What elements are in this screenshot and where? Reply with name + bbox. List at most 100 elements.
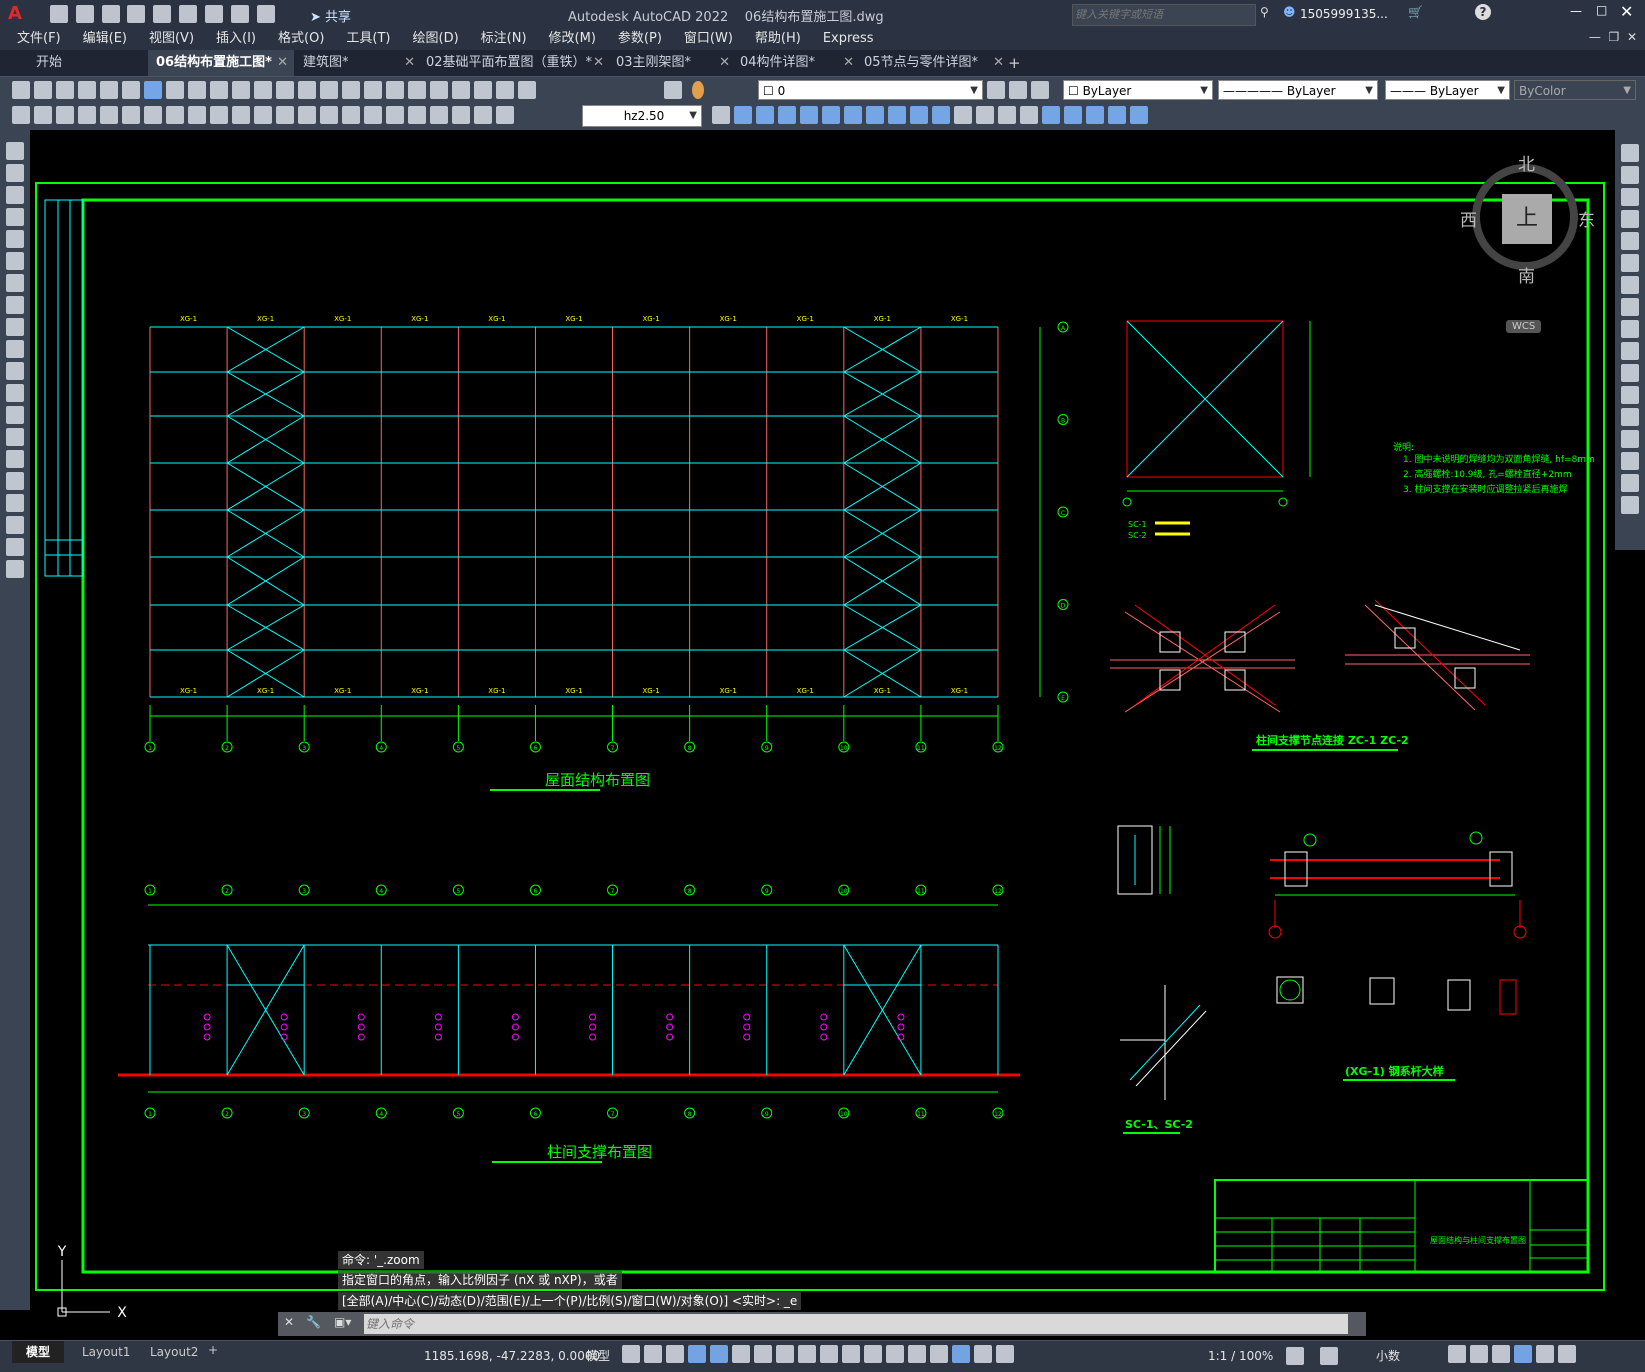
tool-icon[interactable] — [1064, 106, 1082, 124]
tab-03[interactable]: 03主刚架图* ✕ — [608, 50, 736, 76]
otrack-icon[interactable] — [776, 1345, 794, 1363]
user-name[interactable]: 1505999135... — [1300, 7, 1388, 21]
wrench-icon[interactable]: 🔧 — [306, 1315, 321, 1329]
open-icon[interactable] — [34, 81, 52, 99]
revcloud-icon[interactable] — [6, 296, 24, 314]
rotate-icon[interactable] — [1621, 276, 1639, 294]
menu-file[interactable]: 文件(F) — [6, 28, 72, 50]
3d-osnap-icon[interactable] — [886, 1345, 904, 1363]
insert-block-icon[interactable] — [6, 384, 24, 402]
mtext-icon[interactable] — [6, 538, 24, 556]
tool-icon[interactable] — [844, 106, 862, 124]
tab-02[interactable]: 02基础平面布置图（重铁）* ✕ — [418, 50, 610, 76]
close-command-icon[interactable]: ✕ — [284, 1315, 294, 1329]
model-space-button[interactable]: 模型 — [586, 1341, 610, 1372]
viewcube-top-face[interactable]: 上 — [1502, 194, 1552, 244]
table-icon[interactable] — [6, 516, 24, 534]
tool-icon[interactable] — [12, 106, 30, 124]
viewcube-south[interactable]: 南 — [1518, 262, 1535, 287]
polyline-icon[interactable] — [6, 186, 24, 204]
stretch-icon[interactable] — [1621, 320, 1639, 338]
space-icon[interactable] — [320, 106, 338, 124]
diameter-icon[interactable] — [210, 106, 228, 124]
explode-icon[interactable] — [1621, 496, 1639, 514]
add-layout-icon[interactable]: + — [208, 1343, 218, 1357]
break-icon[interactable] — [1621, 386, 1639, 404]
pan-icon[interactable] — [298, 81, 316, 99]
save-icon[interactable] — [56, 81, 74, 99]
edit-dim-text-icon[interactable] — [474, 106, 492, 124]
line-icon[interactable] — [6, 142, 24, 160]
customization-icon[interactable] — [1558, 1345, 1576, 1363]
tool-icon[interactable] — [34, 106, 52, 124]
tool-icon[interactable] — [1020, 106, 1038, 124]
viewcube-north[interactable]: 北 — [1518, 150, 1535, 175]
plot-icon[interactable] — [204, 5, 223, 23]
clean-screen-icon[interactable] — [1536, 1345, 1554, 1363]
move-icon[interactable] — [1621, 254, 1639, 272]
ellipse-icon[interactable] — [6, 340, 24, 358]
new-icon[interactable] — [12, 81, 30, 99]
tab-layout2[interactable]: Layout2 — [140, 1341, 208, 1363]
menu-insert[interactable]: 插入(I) — [205, 28, 267, 50]
gizmo-icon[interactable] — [930, 1345, 948, 1363]
tolerance-icon[interactable] — [364, 106, 382, 124]
close-tab-icon[interactable]: ✕ — [993, 50, 1004, 76]
viewcube-west[interactable]: 西 — [1460, 206, 1477, 231]
zoom-realtime-icon[interactable] — [320, 81, 338, 99]
close-tab-icon[interactable]: ✕ — [277, 50, 288, 76]
viewcube[interactable]: 上 北 南 西 东 WCS — [1460, 150, 1595, 333]
annotation-scale-icon[interactable] — [996, 1345, 1014, 1363]
mirror-icon[interactable] — [1621, 188, 1639, 206]
close-icon[interactable]: ✕ — [1620, 2, 1633, 21]
offset-icon[interactable] — [1621, 210, 1639, 228]
preview-icon[interactable] — [100, 81, 118, 99]
copy-icon[interactable] — [188, 81, 206, 99]
publish-icon[interactable] — [122, 81, 140, 99]
menu-draw[interactable]: 绘图(D) — [402, 28, 470, 50]
open-icon[interactable] — [75, 5, 94, 23]
zoom-window-icon[interactable] — [342, 81, 360, 99]
isolate-icon[interactable] — [1492, 1345, 1510, 1363]
new-tab-icon[interactable]: + — [1008, 54, 1021, 72]
array-icon[interactable] — [1621, 232, 1639, 250]
close-tab-icon[interactable]: ✕ — [843, 50, 854, 76]
isodraft-icon[interactable] — [754, 1345, 772, 1363]
linetype-dropdown[interactable]: ————— ByLayer ▼ — [1218, 80, 1378, 100]
tool-icon[interactable] — [756, 106, 774, 124]
layer-properties-icon[interactable] — [664, 81, 682, 99]
wcs-button[interactable]: WCS — [1506, 320, 1542, 333]
tab-04[interactable]: 04构件详图* ✕ — [732, 50, 860, 76]
copy-icon[interactable] — [1621, 166, 1639, 184]
spline-icon[interactable] — [6, 318, 24, 336]
tab-06[interactable]: 06结构布置施工图* ✕ — [148, 50, 294, 76]
osnap-icon[interactable] — [798, 1345, 816, 1363]
tool-icon[interactable] — [976, 106, 994, 124]
make-current-layer-icon[interactable] — [987, 81, 1005, 99]
angular-icon[interactable] — [232, 106, 250, 124]
tool-icon[interactable] — [56, 106, 74, 124]
menu-modify[interactable]: 修改(M) — [538, 28, 607, 50]
layer-dropdown[interactable]: ☐ 0 ▼ — [758, 80, 983, 100]
update-icon[interactable] — [496, 106, 514, 124]
help-icon[interactable] — [518, 81, 536, 99]
coordinates[interactable]: 1185.1698, -47.2283, 0.0000 — [424, 1341, 600, 1372]
linear-dim-icon[interactable] — [78, 106, 96, 124]
aligned-dim-icon[interactable] — [100, 106, 118, 124]
menu-express[interactable]: Express — [812, 28, 885, 50]
search-input[interactable] — [1073, 5, 1247, 25]
zoom-previous-icon[interactable] — [364, 81, 382, 99]
dimstyle-dropdown[interactable]: hz2.50 ▼ — [582, 105, 702, 127]
menu-edit[interactable]: 编辑(E) — [72, 28, 138, 50]
viewcube-east[interactable]: 东 — [1578, 206, 1595, 231]
plot-icon[interactable] — [78, 81, 96, 99]
tool-icon[interactable] — [866, 106, 884, 124]
annotation-visibility-icon[interactable] — [952, 1345, 970, 1363]
dynamic-input-icon[interactable] — [688, 1345, 706, 1363]
tool-icon[interactable] — [1108, 106, 1126, 124]
autocad-logo[interactable]: A — [8, 3, 22, 24]
snap-icon[interactable] — [644, 1345, 662, 1363]
tool-icon[interactable] — [778, 106, 796, 124]
properties-icon[interactable] — [386, 81, 404, 99]
close-tab-icon[interactable]: ✕ — [719, 50, 730, 76]
